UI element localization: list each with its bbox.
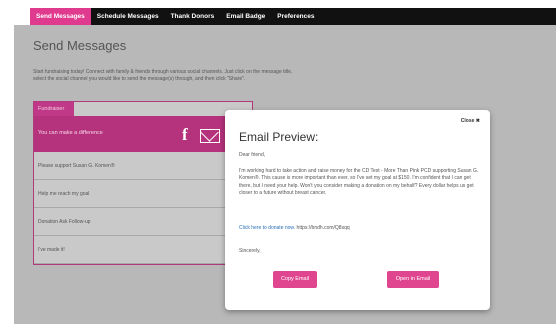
donate-link[interactable]: Click here to donate now. bbox=[239, 225, 295, 231]
email-preview-modal: Close ✖ Email Preview: Dear friend, I'm … bbox=[225, 110, 490, 310]
message-item-made-it[interactable]: I've made it! bbox=[34, 236, 252, 264]
message-item-followup[interactable]: Donation Ask Follow-up bbox=[34, 208, 252, 236]
modal-title: Email Preview: bbox=[239, 130, 319, 144]
fundraiser-header-text: You can make a difference bbox=[38, 130, 103, 136]
nav-email-badge[interactable]: Email Badge bbox=[220, 8, 271, 25]
email-body: I'm working hard to take action and rais… bbox=[239, 168, 479, 197]
email-icon[interactable] bbox=[200, 129, 220, 143]
close-label: Close bbox=[460, 118, 475, 124]
main-nav: Send Messages Schedule Messages Thank Do… bbox=[30, 8, 556, 25]
close-button[interactable]: Close ✖ bbox=[461, 118, 480, 124]
donate-url: https://bndh.com/Q8sqq bbox=[296, 225, 350, 231]
facebook-icon[interactable]: f bbox=[182, 126, 188, 143]
fundraiser-tab[interactable]: Fundraiser bbox=[34, 102, 74, 116]
email-greeting: Dear friend, bbox=[239, 152, 266, 158]
donate-line: Click here to donate now. https://bndh.c… bbox=[239, 225, 479, 232]
fundraiser-panel: Fundraiser You can make a difference f P… bbox=[33, 101, 253, 265]
page-description: Start fundraising today! Connect with fa… bbox=[33, 69, 293, 82]
close-icon: ✖ bbox=[475, 118, 480, 124]
nav-preferences[interactable]: Preferences bbox=[271, 8, 320, 25]
email-signoff: Sincerely, bbox=[239, 248, 261, 254]
nav-schedule-messages[interactable]: Schedule Messages bbox=[91, 8, 165, 25]
message-item-goal[interactable]: Help me reach my goal bbox=[34, 180, 252, 208]
fundraiser-header: You can make a difference f bbox=[34, 116, 252, 152]
nav-thank-donors[interactable]: Thank Donors bbox=[165, 8, 221, 25]
open-in-email-button[interactable]: Open in Email bbox=[387, 271, 439, 288]
page-title: Send Messages bbox=[33, 38, 127, 53]
message-item-support[interactable]: Please support Susan G. Komen® bbox=[34, 152, 252, 180]
nav-send-messages[interactable]: Send Messages bbox=[30, 8, 91, 25]
copy-email-button[interactable]: Copy Email bbox=[273, 271, 317, 288]
